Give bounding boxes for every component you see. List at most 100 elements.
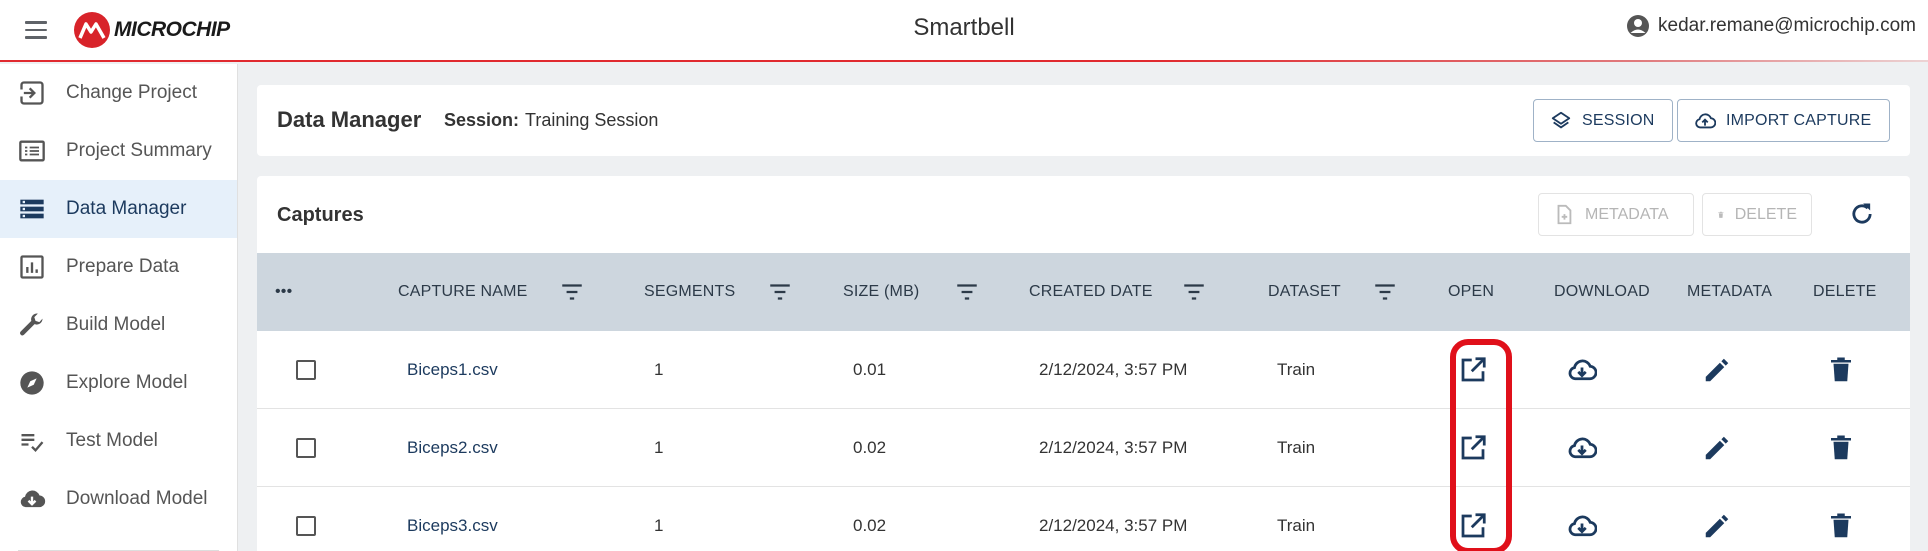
list-icon: [19, 140, 45, 162]
sidebar-item-explore-model[interactable]: Explore Model: [0, 354, 237, 412]
column-header-size: SIZE (MB): [843, 283, 920, 300]
column-header-capture-name: CAPTURE NAME: [398, 283, 528, 300]
sidebar-item-label: Test Model: [66, 430, 158, 451]
open-in-new-icon[interactable]: [1458, 355, 1488, 385]
data-manager-card: Data Manager Session: Training Session SE…: [257, 85, 1910, 156]
edit-pencil-icon[interactable]: [1702, 355, 1732, 385]
size-value: 0.01: [853, 360, 887, 379]
user-email: kedar.remane@microchip.com: [1658, 15, 1916, 36]
filter-icon[interactable]: [1372, 279, 1398, 305]
edit-pencil-icon[interactable]: [1702, 433, 1732, 463]
column-header-dataset: DATASET: [1268, 283, 1341, 300]
sidebar-item-change-project[interactable]: Change Project: [0, 64, 237, 122]
segments-value: 1: [654, 438, 664, 457]
trash-icon[interactable]: [1826, 511, 1856, 541]
table-header: ••• CAPTURE NAME SEGMENTS SIZE (MB) CREA…: [257, 253, 1910, 331]
sidebar-item-label: Build Model: [66, 314, 166, 335]
filter-icon[interactable]: [1181, 279, 1207, 305]
filter-icon[interactable]: [559, 279, 585, 305]
wrench-icon: [20, 313, 43, 336]
capture-name: Biceps1.csv: [407, 360, 498, 379]
column-header-delete: DELETE: [1813, 283, 1877, 300]
segments-value: 1: [654, 360, 664, 379]
column-menu-icon[interactable]: •••: [275, 253, 292, 331]
account-circle-icon: [1627, 15, 1650, 37]
open-in-new-icon[interactable]: [1458, 511, 1488, 541]
sidebar-item-label: Prepare Data: [66, 256, 180, 277]
sidebar-item-data-manager[interactable]: Data Manager: [0, 180, 237, 238]
session-label: Session:: [444, 110, 520, 130]
column-header-download: DOWNLOAD: [1554, 283, 1650, 300]
trash-icon: [1718, 211, 1724, 218]
sidebar-item-label: Change Project: [66, 82, 197, 103]
capture-name: Biceps3.csv: [407, 516, 498, 535]
cloud-download-icon[interactable]: [1567, 511, 1597, 541]
captures-card: Captures METADATA DELETE ••• CAPTURE NAM…: [257, 176, 1910, 551]
column-header-segments: SEGMENTS: [644, 283, 736, 300]
sidebar-item-label: Download Model: [66, 488, 208, 509]
sidebar-item-prepare-data[interactable]: Prepare Data: [0, 238, 237, 296]
layers-icon: [1551, 111, 1571, 129]
table-row: Biceps1.csv 1 0.01 2/12/2024, 3:57 PM Tr…: [257, 331, 1910, 409]
size-value: 0.02: [853, 516, 887, 535]
session-button-label: SESSION: [1582, 111, 1655, 129]
sidebar-item-label: Data Manager: [66, 198, 187, 219]
captures-title: Captures: [277, 204, 364, 226]
chart-icon: [20, 255, 44, 279]
row-checkbox[interactable]: [296, 360, 316, 380]
microchip-logo-mark-icon: [74, 12, 110, 48]
delete-button-label: DELETE: [1734, 205, 1797, 223]
sidebar-item-download-model[interactable]: Download Model: [0, 470, 237, 528]
cloud-download-icon: [20, 490, 46, 508]
dataset-value: Train: [1277, 360, 1316, 379]
checklist-icon: [21, 434, 44, 453]
trash-icon[interactable]: [1826, 433, 1856, 463]
filter-icon[interactable]: [954, 279, 980, 305]
sidebar-item-build-model[interactable]: Build Model: [0, 296, 237, 354]
filter-icon[interactable]: [767, 279, 793, 305]
segments-value: 1: [654, 516, 664, 535]
column-header-created-date: CREATED DATE: [1029, 283, 1153, 300]
created-date-value: 2/12/2024, 3:57 PM: [1039, 360, 1188, 379]
refresh-icon[interactable]: [1848, 200, 1876, 228]
metadata-button-label: METADATA: [1585, 205, 1669, 223]
metadata-button[interactable]: METADATA: [1538, 193, 1694, 236]
note-add-icon: [1557, 204, 1572, 224]
session-button[interactable]: SESSION: [1533, 99, 1673, 142]
capture-name: Biceps2.csv: [407, 438, 498, 457]
import-capture-button[interactable]: IMPORT CAPTURE: [1677, 99, 1890, 142]
trash-icon[interactable]: [1826, 355, 1856, 385]
sidebar-item-test-model[interactable]: Test Model: [0, 412, 237, 470]
column-header-metadata: METADATA: [1687, 283, 1773, 300]
logo-text: MICROCHIP: [114, 18, 230, 41]
top-app-bar: MICROCHIP Smartbell kedar.remane@microch…: [0, 0, 1928, 62]
storage-icon: [20, 199, 44, 219]
hamburger-menu-icon[interactable]: [22, 16, 50, 44]
sidebar-nav: Change Project Project Summary Data Mana…: [0, 64, 238, 551]
dataset-value: Train: [1277, 438, 1316, 457]
page-title: Data Manager: [277, 107, 422, 132]
cloud-upload-icon: [1695, 112, 1716, 128]
row-checkbox[interactable]: [296, 516, 316, 536]
delete-button[interactable]: DELETE: [1702, 193, 1812, 236]
table-row: Biceps3.csv 1 0.02 2/12/2024, 3:57 PM Tr…: [257, 487, 1910, 551]
compass-icon: [20, 371, 44, 395]
open-in-new-icon[interactable]: [1458, 433, 1488, 463]
column-header-open: OPEN: [1448, 283, 1495, 300]
sidebar-item-label: Explore Model: [66, 372, 188, 393]
cloud-download-icon[interactable]: [1567, 433, 1597, 463]
microchip-logo: MICROCHIP: [74, 10, 230, 50]
size-value: 0.02: [853, 438, 887, 457]
created-date-value: 2/12/2024, 3:57 PM: [1039, 516, 1188, 535]
edit-pencil-icon[interactable]: [1702, 511, 1732, 541]
login-icon: [19, 81, 44, 105]
sidebar-item-label: Project Summary: [66, 140, 212, 161]
created-date-value: 2/12/2024, 3:57 PM: [1039, 438, 1188, 457]
table-row: Biceps2.csv 1 0.02 2/12/2024, 3:57 PM Tr…: [257, 409, 1910, 487]
cloud-download-icon[interactable]: [1567, 355, 1597, 385]
user-account[interactable]: kedar.remane@microchip.com: [1626, 14, 1916, 38]
row-checkbox[interactable]: [296, 438, 316, 458]
dataset-value: Train: [1277, 516, 1316, 535]
session-value: Training Session: [525, 110, 659, 130]
sidebar-item-project-summary[interactable]: Project Summary: [0, 122, 237, 180]
